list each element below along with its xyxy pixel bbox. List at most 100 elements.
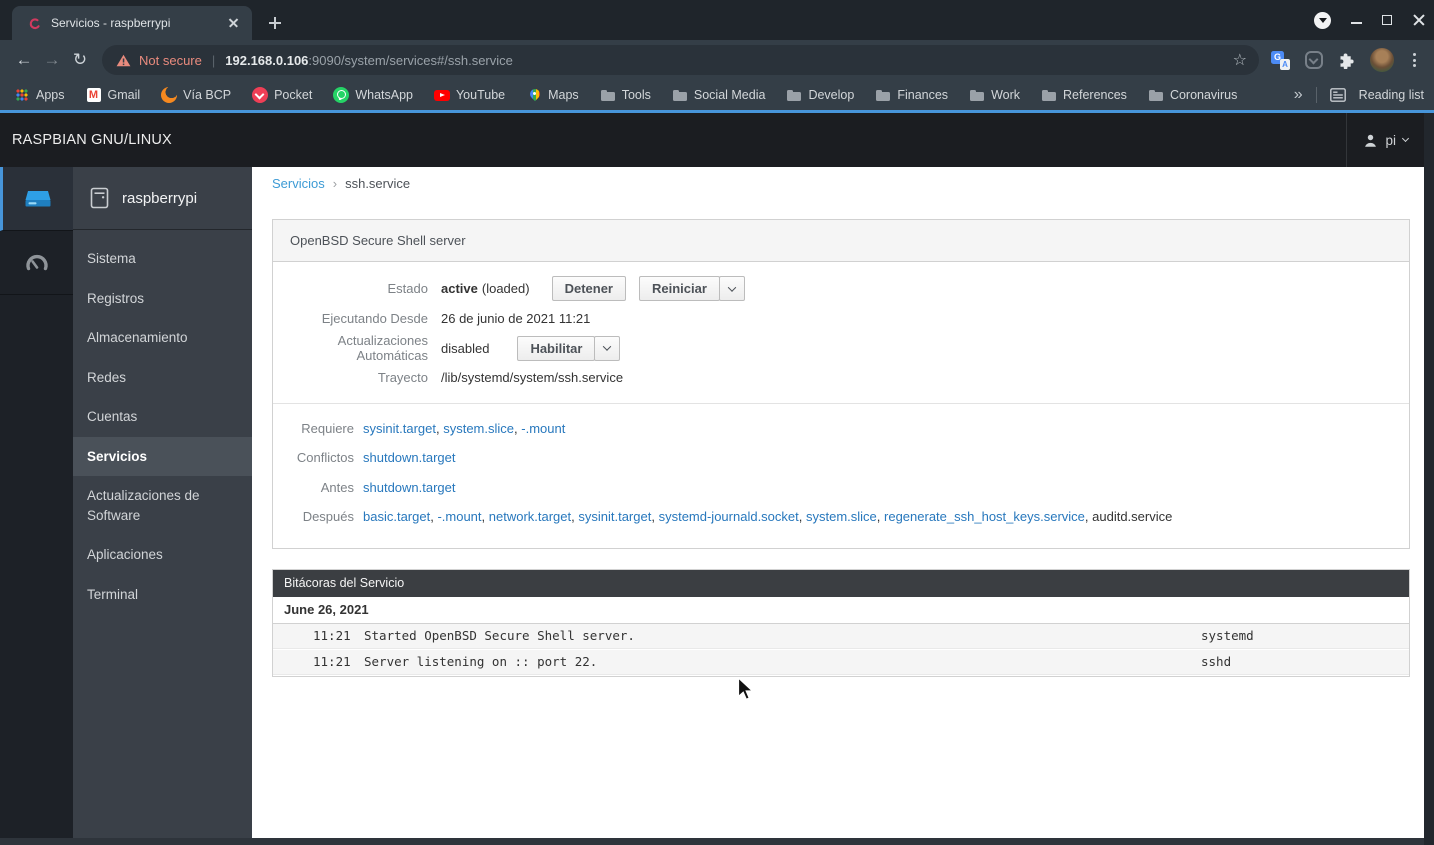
back-button[interactable]: ← — [10, 46, 38, 74]
sidebar-item[interactable]: Redes — [73, 358, 252, 398]
enable-dropdown-button[interactable] — [594, 335, 621, 361]
reading-list-label[interactable]: Reading list — [1359, 88, 1424, 102]
sidebar-item-label: Terminal — [87, 586, 139, 602]
unit-link[interactable]: systemd-journald.socket — [659, 509, 799, 524]
enable-service-button[interactable]: Habilitar — [517, 335, 596, 361]
translate-icon[interactable] — [1271, 50, 1290, 70]
bookmark-icon — [86, 87, 102, 103]
browser-toolbar: ← → ↻ Not secure | 192.168.0.106:9090/sy… — [0, 40, 1434, 80]
sidebar-item[interactable]: Servicios — [73, 436, 252, 476]
sidebar-item[interactable]: Terminal — [73, 575, 252, 615]
window-titlebar: Servicios - raspberrypi — [0, 0, 1434, 40]
page-scrollbar[interactable] — [1424, 113, 1434, 845]
bookmark-item[interactable]: Pocket — [252, 87, 312, 103]
stop-service-button[interactable]: Detener — [551, 276, 626, 302]
unit-link[interactable]: -.mount — [521, 421, 565, 436]
bookmark-item[interactable]: Gmail — [86, 87, 141, 103]
pocket-extension-icon[interactable] — [1305, 51, 1323, 69]
bookmark-icon — [433, 87, 450, 103]
bookmark-item[interactable]: Apps — [14, 87, 65, 103]
path-value: /lib/systemd/system/ssh.service — [441, 370, 624, 386]
unit-link[interactable]: shutdown.target — [363, 450, 456, 465]
bookmarks-overflow-icon[interactable] — [1294, 86, 1303, 104]
browser-menu-icon[interactable] — [1409, 53, 1420, 67]
bookmark-item[interactable]: References — [1041, 87, 1127, 103]
breadcrumb-parent-link[interactable]: Servicios — [272, 176, 325, 191]
minimize-button[interactable] — [1351, 22, 1362, 24]
bookmark-star-icon[interactable]: ☆ — [1233, 50, 1247, 70]
bookmark-item[interactable]: Maps — [526, 87, 579, 103]
forward-button[interactable]: → — [38, 46, 66, 74]
address-bar[interactable]: Not secure | 192.168.0.106:9090/system/s… — [102, 45, 1259, 75]
close-button[interactable] — [1412, 13, 1426, 27]
after-row: Después basic.target, -.mount, network.t… — [273, 502, 1409, 532]
reading-list-icon[interactable] — [1329, 88, 1346, 102]
unit-link[interactable]: basic.target — [363, 509, 430, 524]
user-menu[interactable]: pi — [1346, 113, 1434, 167]
extensions-puzzle-icon[interactable] — [1338, 52, 1355, 69]
bookmark-icon — [969, 87, 985, 103]
url-text[interactable]: 192.168.0.106:9090/system/services#/ssh.… — [225, 53, 1222, 68]
log-message: Server listening on :: port 22. — [364, 654, 598, 669]
bookmark-icon — [1041, 87, 1057, 103]
bookmark-item[interactable]: YouTube — [433, 87, 506, 103]
maximize-button[interactable] — [1382, 15, 1392, 25]
bookmark-label: WhatsApp — [355, 88, 413, 102]
bookmark-item[interactable]: Vía BCP — [161, 87, 231, 103]
sidebar-item[interactable]: Cuentas — [73, 397, 252, 437]
reload-button[interactable]: ↻ — [66, 46, 94, 74]
browser-tab[interactable]: Servicios - raspberrypi — [12, 6, 252, 40]
profile-avatar[interactable] — [1370, 48, 1394, 72]
sidebar-item-label: Almacenamiento — [87, 330, 188, 345]
sidebar-item-label: Registros — [87, 290, 145, 306]
dashboard-item[interactable] — [0, 231, 73, 295]
titlebar-menu-icon[interactable] — [1314, 11, 1331, 29]
bookmark-label: YouTube — [455, 88, 506, 102]
unit-link[interactable]: regenerate_ssh_host_keys.service — [884, 509, 1085, 524]
bookmark-label: Pocket — [274, 88, 313, 102]
bookmark-item[interactable]: Social Media — [672, 87, 765, 103]
unit-link[interactable]: -.mount — [437, 509, 481, 524]
sidebar-item[interactable]: Almacenamiento — [73, 318, 252, 358]
separator: , — [481, 509, 489, 525]
sidebar-nav: Sistema Registros Almacenamiento Redes C… — [73, 230, 252, 614]
security-status[interactable]: Not secure — [139, 53, 202, 68]
unit-link[interactable]: system.slice — [443, 421, 514, 436]
machine-server-item[interactable] — [0, 167, 73, 231]
host-row[interactable]: raspberrypi — [73, 167, 252, 230]
bookmark-icon — [672, 87, 688, 103]
new-tab-button[interactable] — [262, 10, 288, 36]
unit-link[interactable]: shutdown.target — [363, 480, 456, 495]
unit-link[interactable]: network.target — [489, 509, 571, 524]
unit-link[interactable]: system.slice — [806, 509, 877, 524]
bookmark-item[interactable]: Develop — [786, 87, 854, 103]
bookmark-icon — [600, 87, 616, 103]
bookmark-item[interactable]: Work — [969, 87, 1020, 103]
bookmark-item[interactable]: WhatsApp — [333, 87, 413, 103]
tab-close-icon[interactable] — [226, 15, 242, 31]
separator: , — [651, 509, 659, 525]
sidebar-item[interactable]: Aplicaciones — [73, 535, 252, 575]
unit-link[interactable]: sysinit.target — [578, 509, 651, 524]
bookmark-item[interactable]: Finances — [875, 87, 948, 103]
tab-title: Servicios - raspberrypi — [51, 16, 171, 30]
unit-link[interactable]: sysinit.target — [363, 421, 436, 436]
bookmark-icon — [14, 87, 30, 103]
before-row: Antes shutdown.target — [273, 473, 1409, 503]
sidebar-item[interactable]: Actualizaciones de Software — [73, 476, 252, 535]
running-since-value: 26 de junio de 2021 11:21 — [441, 310, 591, 326]
log-row[interactable]: 11:21 Server listening on :: port 22. ss… — [273, 649, 1409, 675]
bookmark-label: Gmail — [107, 88, 141, 102]
sidebar-item[interactable]: Registros — [73, 279, 252, 319]
sidebar-item[interactable]: Sistema — [73, 239, 252, 279]
restart-dropdown-button[interactable] — [718, 276, 745, 302]
bookmark-item[interactable]: Coronavirus — [1148, 87, 1237, 103]
log-unit: sshd — [1201, 654, 1232, 669]
sidebar-item-label: Cuentas — [87, 409, 138, 424]
path-label: Trayecto — [377, 370, 428, 386]
divider — [273, 402, 1409, 404]
log-row[interactable]: 11:21 Started OpenBSD Secure Shell serve… — [273, 623, 1409, 649]
auto-updates-value: disabled — [441, 340, 490, 356]
restart-service-button[interactable]: Reiniciar — [639, 276, 720, 302]
bookmark-item[interactable]: Tools — [600, 87, 651, 103]
